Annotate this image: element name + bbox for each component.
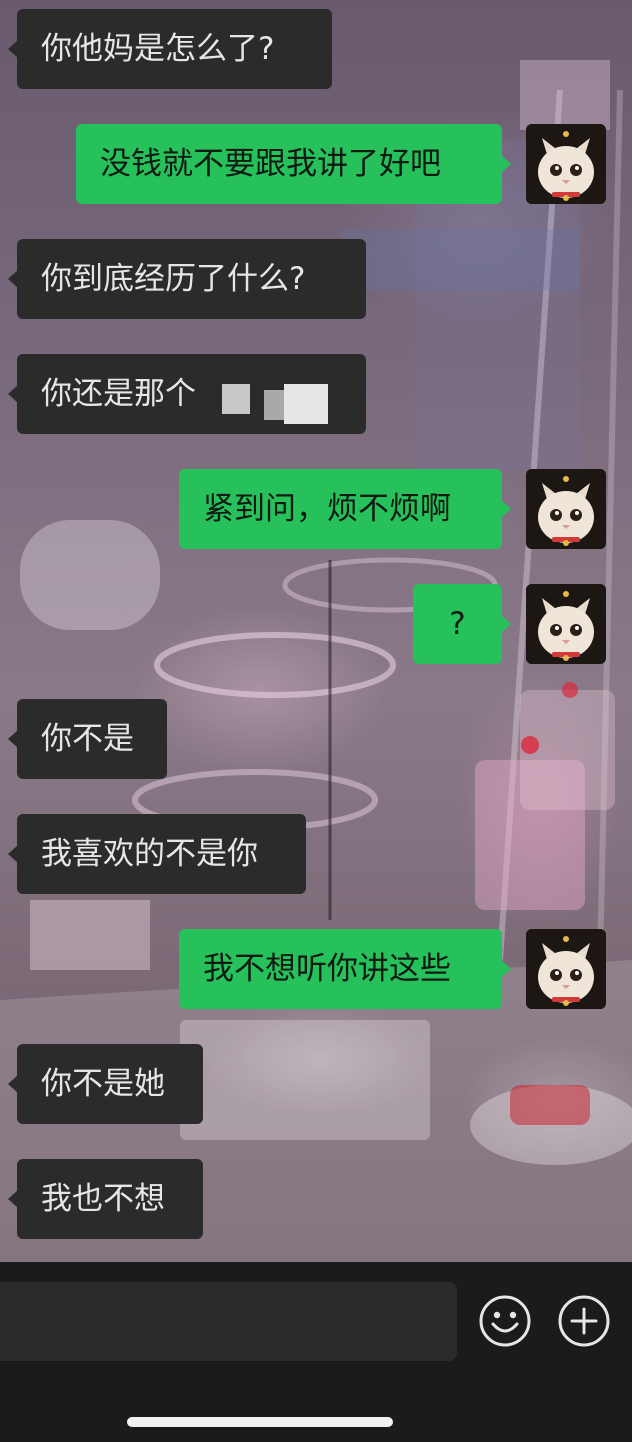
cat-avatar-icon[interactable] — [526, 584, 606, 664]
incoming-message-bubble[interactable]: 我也不想 — [8, 1159, 203, 1239]
message-text: 你还是那个 — [41, 376, 196, 412]
cat-avatar-icon[interactable] — [526, 929, 606, 1009]
cat-avatar-icon[interactable] — [526, 124, 606, 204]
cat-avatar-icon[interactable] — [526, 469, 606, 549]
home-indicator[interactable] — [127, 1417, 393, 1427]
incoming-message-bubble[interactable]: 你他妈是怎么了? — [8, 9, 332, 89]
outgoing-message-bubble[interactable]: ? — [413, 584, 511, 664]
plus-circle-icon[interactable] — [557, 1294, 611, 1348]
outgoing-message-bubble[interactable]: 我不想听你讲这些 — [179, 929, 511, 1009]
message-input[interactable] — [0, 1282, 457, 1361]
incoming-message-bubble[interactable]: 我喜欢的不是你 — [8, 814, 306, 894]
outgoing-message-bubble[interactable]: 没钱就不要跟我讲了好吧 — [76, 124, 511, 204]
input-bar — [0, 1262, 632, 1442]
smiley-icon[interactable] — [478, 1294, 532, 1348]
incoming-message-bubble[interactable]: 你不是她 — [8, 1044, 203, 1124]
outgoing-message-bubble[interactable]: 紧到问，烦不烦啊 — [179, 469, 511, 549]
chat-background: 你他妈是怎么了? 没钱就不要跟我讲了好吧 你到底经历了什么? 你还是那个 紧到问… — [0, 0, 632, 1262]
redacted-text-mask — [222, 354, 332, 434]
incoming-message-bubble[interactable]: 你不是 — [8, 699, 167, 779]
incoming-message-bubble[interactable]: 你到底经历了什么? — [8, 239, 366, 319]
